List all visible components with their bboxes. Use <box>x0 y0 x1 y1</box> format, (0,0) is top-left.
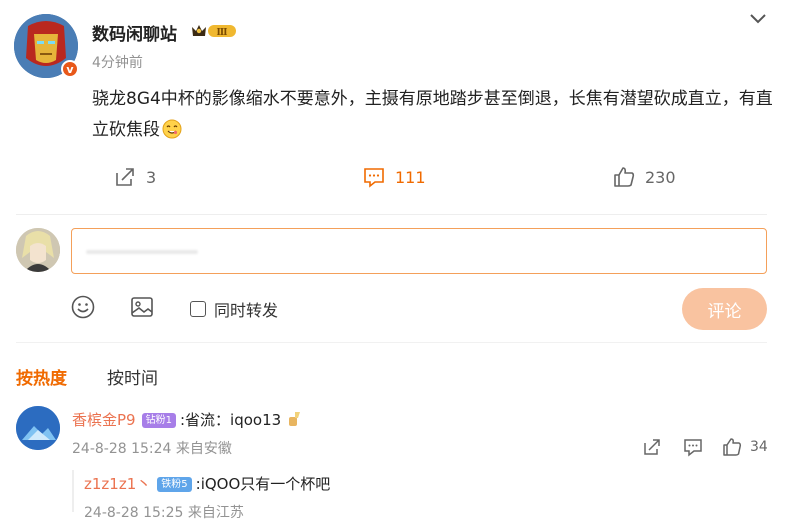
comment-text: :省流：iqoo13 <box>179 411 282 429</box>
comment-icon <box>364 168 384 188</box>
repost-label: 同时转发 <box>214 301 279 320</box>
comment-like-count: 34 <box>750 439 768 455</box>
divider <box>16 214 767 215</box>
vip-level-badge[interactable]: Ⅲ <box>190 22 238 40</box>
reply-icon <box>684 439 702 457</box>
reply-meta: 24-8-28 15:25 来自江苏 <box>84 505 244 521</box>
checkbox-icon[interactable] <box>190 301 206 317</box>
reply-share-button[interactable] <box>642 437 662 457</box>
comment-item: 香槟金P9 钻粉1:省流：iqoo13 <box>72 409 302 430</box>
post-author-name[interactable]: 数码闲聊站 <box>92 20 177 45</box>
submit-comment-button[interactable]: 评论 <box>682 288 767 330</box>
fan-level-badge[interactable]: 钻粉1 <box>141 413 176 428</box>
tab-sort-by-time[interactable]: 按时间 <box>107 364 158 389</box>
repost-checkbox[interactable]: 同时转发 <box>190 297 278 321</box>
tab-sort-by-hot[interactable]: 按热度 <box>16 364 67 389</box>
commenter-name[interactable]: 香槟金P9 <box>72 411 136 429</box>
share-icon <box>116 168 134 186</box>
commenter-avatar[interactable] <box>16 406 60 450</box>
divider <box>16 342 767 343</box>
reply-button[interactable] <box>683 437 703 457</box>
fist-emoji-icon <box>286 410 302 428</box>
comment-meta: 24-8-28 15:24 来自安徽 <box>72 441 232 457</box>
chevron-down-icon[interactable] <box>748 10 768 26</box>
post-content: 骁龙8G4中杯的影像缩水不要意外，主摄有原地踏步甚至倒退，长焦有潜望砍成直立，有… <box>92 84 782 146</box>
like-icon <box>723 438 742 456</box>
comment-button[interactable]: 111 <box>363 166 426 188</box>
input-placeholder-blur <box>86 250 198 254</box>
post-time: 4分钟前 <box>92 55 143 71</box>
like-icon <box>614 167 635 187</box>
share-button[interactable]: 3 <box>114 166 156 188</box>
share-icon <box>644 439 660 455</box>
replier-name[interactable]: z1z1z1丶 <box>84 475 151 493</box>
comment-like-button[interactable]: 34 <box>722 437 768 457</box>
svg-text:Ⅲ: Ⅲ <box>217 28 228 38</box>
like-count: 230 <box>645 167 676 187</box>
image-icon <box>131 297 153 317</box>
current-user-avatar[interactable] <box>16 228 60 272</box>
reply-text: :iQOO只有一个杯吧 <box>195 475 331 493</box>
reply-thread-line <box>72 470 74 512</box>
post-text: 骁龙8G4中杯的影像缩水不要意外，主摄有原地踏步甚至倒退，长焦有潜望砍成直立，有… <box>92 89 773 140</box>
share-count: 3 <box>146 167 157 187</box>
emoji-button[interactable] <box>70 294 96 320</box>
image-upload-button[interactable] <box>129 294 155 320</box>
fan-level-badge[interactable]: 铁粉5 <box>157 477 192 492</box>
like-button[interactable]: 230 <box>613 166 676 188</box>
yummy-face-emoji-icon <box>162 119 182 139</box>
verified-badge: v <box>61 60 79 78</box>
emoji-icon <box>71 295 95 319</box>
comment-count: 111 <box>395 167 426 187</box>
reply-item: z1z1z1丶 铁粉5:iQOO只有一个杯吧 <box>84 473 330 494</box>
